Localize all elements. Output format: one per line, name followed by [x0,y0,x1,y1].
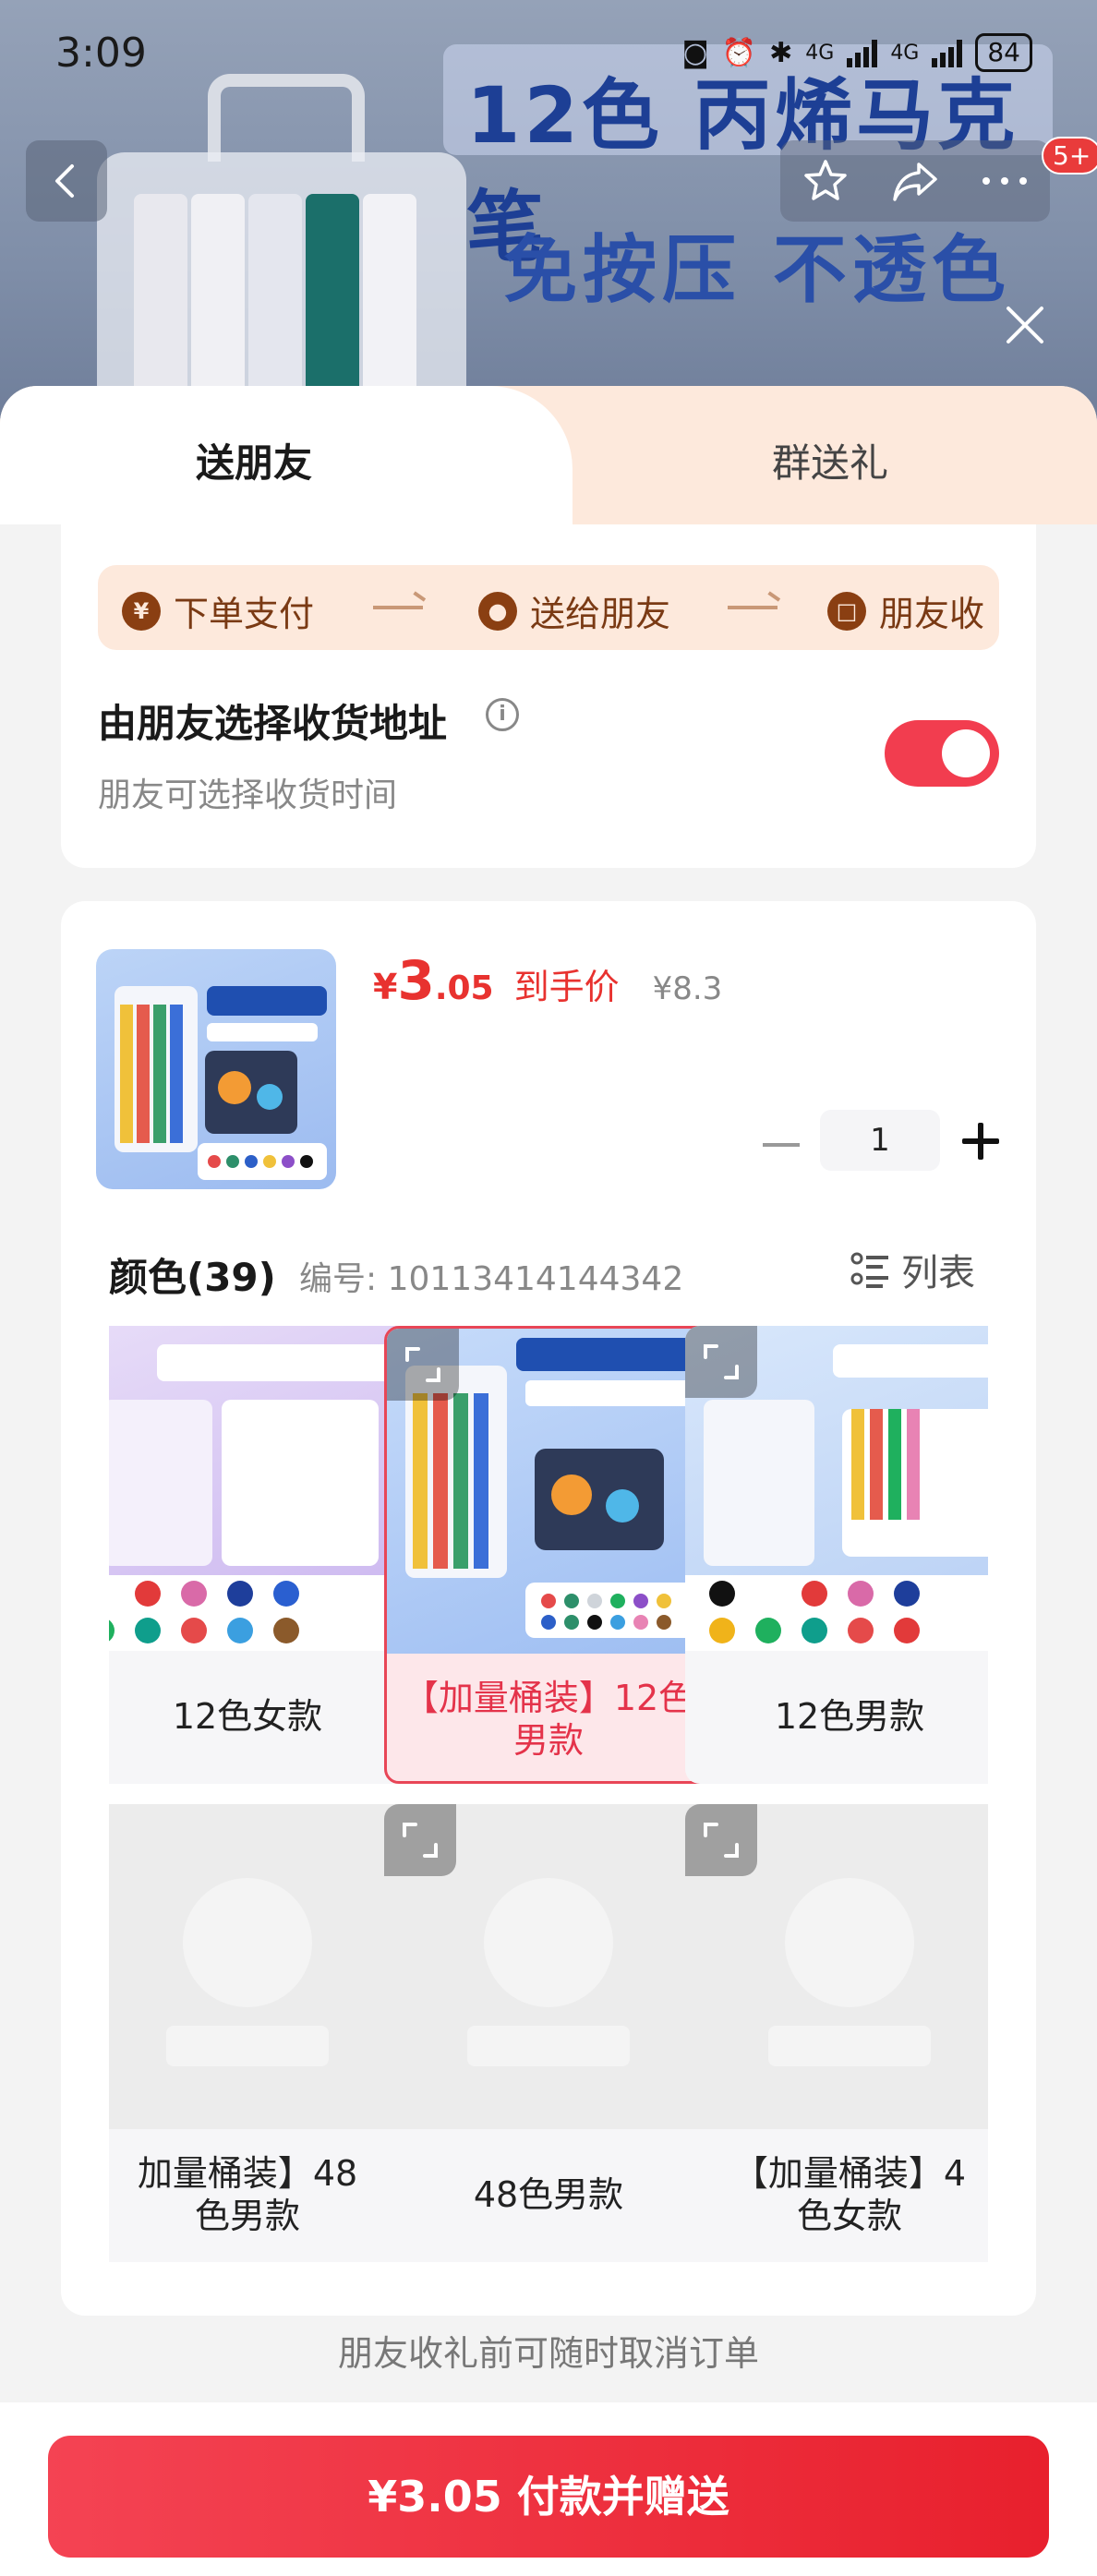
hero-subtitle: 免按压 不透色 [503,227,1011,313]
tab-bar: 送朋友 群送礼 [0,386,1097,524]
product-card: ¥ 3 .05 到手价 ¥8.3 1 颜色(39) 编号: 1011341414… [61,901,1036,2316]
share-button[interactable] [878,144,952,218]
flow-step-receive: □ 朋友收 [827,585,984,636]
marker-case-image [88,74,466,420]
network-label: 4G [805,41,835,65]
signal-icon [847,38,878,67]
variant-tile[interactable]: 加量桶装】48 色男款 [109,1804,412,2262]
nfc-icon: ◙ [681,36,709,69]
gift-sheet: 送朋友 群送礼 ¥ 下单支付 ● 送给朋友 □ 朋友收 由朋友选择收货地址 i … [0,386,1097,2576]
alarm-icon: ⏰ [721,36,757,69]
variant-tile[interactable]: 12色男款 [685,1326,988,1784]
network-label-2: 4G [890,41,920,65]
variant-label: 12色女款 [172,1696,323,1738]
price-row: ¥ 3 .05 到手价 ¥8.3 [373,949,722,1012]
yuan-icon: ¥ [122,591,161,631]
wechat-icon: ● [478,591,517,631]
variant-image [109,1326,412,1651]
screen: 12色 丙烯马克笔 免按压 不透色 3:09 ◙ ⏰ ✱ 4G 4G 84 5+ [0,0,1097,2576]
variant-image-placeholder [109,1804,412,2129]
variant-tile[interactable]: 12色女款 [109,1326,412,1784]
bluetooth-icon: ✱ [769,36,793,69]
address-title: 由朋友选择收货地址 [98,701,448,746]
arrow-icon [728,606,778,609]
top-actions [780,140,1050,222]
variant-label: 加量桶装】48 色男款 [137,2153,358,2236]
list-icon [850,1252,888,1288]
original-price: ¥8.3 [652,970,723,1007]
product-thumbnail[interactable] [96,949,336,1189]
variant-label: 【加量桶装】12色 男款 [403,1678,694,1761]
signal-icon-2 [932,38,963,67]
more-icon [982,177,1028,185]
price-symbol: ¥ [373,967,398,1007]
back-button[interactable] [26,140,107,222]
friend-address-toggle[interactable] [885,720,999,787]
variant-grid: 12色女款 【加量桶装】12色 男款 12色男款 加量桶装】48 色男款 48色… [109,1326,988,2305]
jd-watermark-icon [467,1878,630,2066]
arrow-icon [373,606,423,609]
quantity-plus-button[interactable] [962,1123,999,1160]
variant-label: 12色男款 [774,1696,925,1738]
pay-and-gift-button[interactable]: ¥3.05 付款并赠送 [48,2436,1049,2558]
more-button[interactable] [968,144,1042,218]
gift-icon: □ [827,591,866,631]
variant-tile[interactable]: 48色男款 [384,1804,713,2262]
jd-watermark-icon [166,1878,329,2066]
expand-icon[interactable] [685,1804,757,1876]
message-badge: 5+ [1042,137,1097,175]
status-time: 3:09 [55,30,147,77]
quantity-minus-button[interactable] [763,1143,800,1147]
cancel-note: 朋友收礼前可随时取消订单 [337,2333,759,2374]
address-subtitle: 朋友可选择收货时间 [98,776,398,814]
sku-label: 编号: 10113414144342 [299,1260,684,1298]
favorite-button[interactable] [789,144,862,218]
variant-tile-selected[interactable]: 【加量桶装】12色 男款 [384,1326,713,1784]
tab-send-friend[interactable]: 送朋友 [196,432,312,488]
close-button[interactable] [997,297,1053,353]
price-decimal: .05 [434,969,494,1007]
gift-flow: ¥ 下单支付 ● 送给朋友 □ 朋友收 [98,565,999,650]
expand-icon[interactable] [384,1804,456,1876]
chevron-left-icon [55,164,74,198]
expand-icon[interactable] [685,1326,757,1398]
variant-label: 48色男款 [473,2174,624,2216]
close-icon [1007,307,1043,343]
battery-icon: 84 [975,33,1032,72]
expand-icon[interactable] [387,1329,459,1401]
address-card: ¥ 下单支付 ● 送给朋友 □ 朋友收 由朋友选择收货地址 i 朋友可选择收货时… [61,524,1036,868]
variant-label: 【加量桶装】4 色女款 [732,2153,967,2236]
bottom-bar: ¥3.05 付款并赠送 [0,2402,1097,2576]
status-bar: 3:09 ◙ ⏰ ✱ 4G 4G 84 [0,0,1097,103]
flow-step-pay: ¥ 下单支付 [122,585,314,636]
price-integer: 3 [397,949,435,1012]
price-tag: 到手价 [513,967,620,1007]
share-icon [893,163,937,201]
jd-watermark-icon [768,1878,931,2066]
star-icon [803,160,847,200]
tab-group-gift[interactable]: 群送礼 [772,432,888,488]
list-view-button[interactable]: 列表 [850,1243,975,1296]
variant-tile[interactable]: 【加量桶装】4 色女款 [685,1804,988,2262]
flow-step-send: ● 送给朋友 [478,585,670,636]
quantity-input[interactable]: 1 [820,1110,940,1171]
info-icon[interactable]: i [486,698,519,731]
color-title: 颜色(39) [109,1255,276,1300]
